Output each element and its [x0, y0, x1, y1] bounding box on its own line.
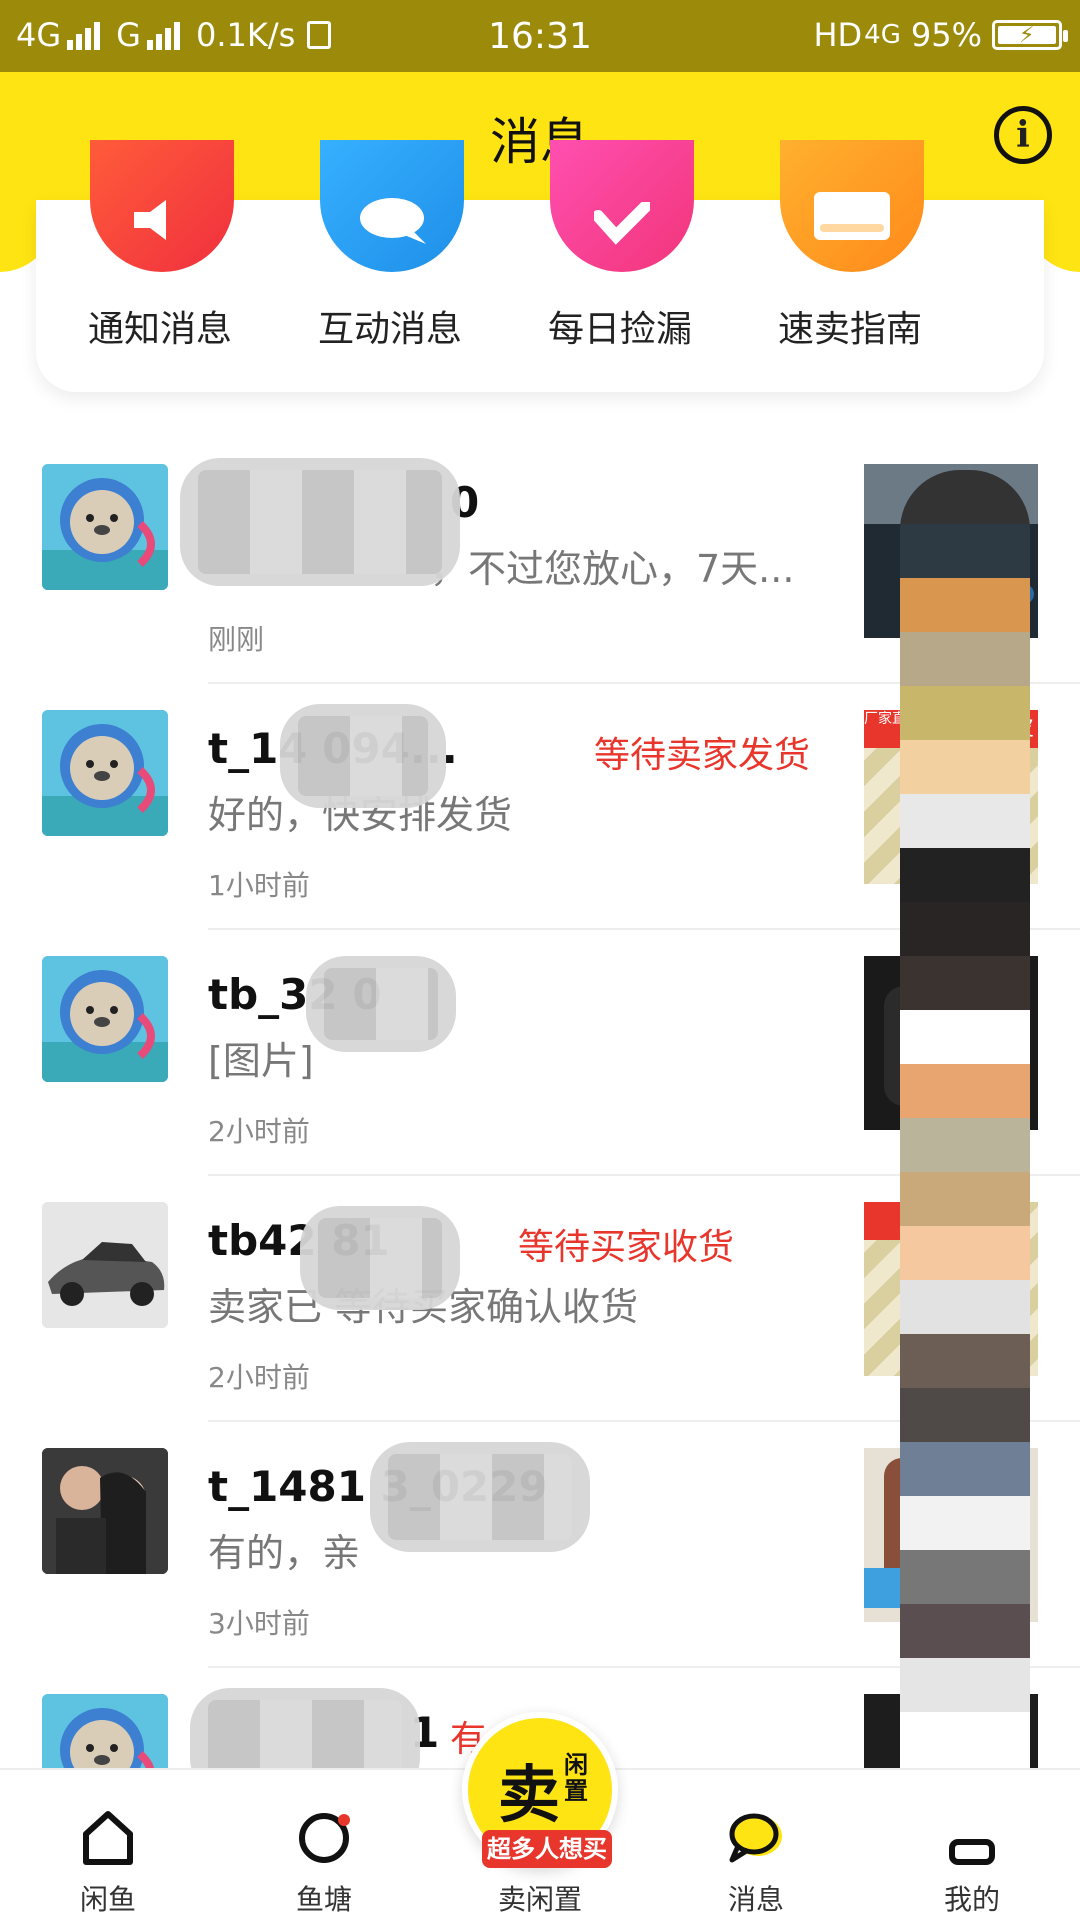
- notification-icon: [90, 140, 234, 272]
- sell-button[interactable]: 卖 闲置 超多人想买: [462, 1712, 618, 1868]
- quick-label: 通知消息: [87, 309, 232, 350]
- quick-access-card: 通知消息 互动消息 每日捡漏 速卖指南: [36, 140, 1044, 392]
- battery-icon: ⚡: [992, 20, 1068, 50]
- message-preview: [图片]: [208, 1039, 314, 1083]
- avatar: [42, 1448, 168, 1574]
- quick-label: 速卖指南: [777, 309, 922, 350]
- redaction: [280, 704, 446, 808]
- message-time: 2小时前: [208, 1115, 310, 1148]
- chat-bubble-icon: [320, 140, 464, 272]
- quick-interactions[interactable]: 互动消息: [280, 140, 500, 392]
- avatar: [42, 710, 168, 836]
- tab-label: 我的: [943, 1883, 1000, 1916]
- message-time: 2小时前: [208, 1361, 310, 1394]
- sell-main-label: 卖: [498, 1758, 561, 1831]
- avatar: [42, 1202, 168, 1328]
- status-bar: 4G G 0.1K/s 16:31 HD 4G 95% ⚡: [0, 0, 1080, 72]
- profile-icon: [949, 1839, 995, 1865]
- tab-pond[interactable]: 鱼塘: [216, 1770, 432, 1920]
- pixelated-redaction: [900, 470, 1030, 1830]
- tab-label: 鱼塘: [295, 1883, 352, 1916]
- sell-ribbon: 超多人想买: [482, 1830, 612, 1868]
- tab-messages[interactable]: 消息: [648, 1770, 864, 1920]
- heart-icon: [550, 140, 694, 272]
- tab-home[interactable]: 闲鱼: [0, 1770, 216, 1920]
- avatar: [42, 956, 168, 1082]
- message-icon: [729, 1813, 782, 1863]
- guide-book-icon: [780, 140, 924, 272]
- quick-label: 每日捡漏: [547, 309, 692, 350]
- network-type-3: 4G: [864, 20, 901, 50]
- tab-label: 卖闲置: [497, 1883, 582, 1916]
- status-right: HD 4G 95% ⚡: [813, 16, 1068, 54]
- tab-label: 消息: [727, 1883, 784, 1916]
- info-icon[interactable]: i: [994, 106, 1052, 164]
- quick-selling-guide[interactable]: 速卖指南: [740, 140, 960, 392]
- redaction: [190, 1688, 420, 1768]
- home-icon: [83, 1811, 133, 1865]
- battery-percent: 95%: [910, 16, 982, 54]
- message-preview: 有的，亲: [208, 1531, 361, 1575]
- tab-label: 闲鱼: [79, 1883, 136, 1916]
- bottom-nav: 闲鱼 鱼塘 卖闲置 消息 我的 卖 闲置 超多人想买: [0, 1712, 1080, 1920]
- quick-daily-deals[interactable]: 每日捡漏: [510, 140, 730, 392]
- message-time: 3小时前: [208, 1607, 310, 1640]
- redaction: [300, 1206, 460, 1310]
- tab-profile[interactable]: 我的: [864, 1770, 1080, 1920]
- message-preview: ，不过您放心，7天...: [430, 547, 795, 591]
- quick-notifications[interactable]: 通知消息: [50, 140, 270, 392]
- avatar: [42, 464, 168, 590]
- order-status: 等待卖家发货: [594, 735, 811, 776]
- avatar: [42, 1694, 168, 1768]
- quick-label: 互动消息: [317, 309, 462, 350]
- order-status: 等待买家收货: [518, 1227, 735, 1268]
- message-time: 刚刚: [208, 623, 265, 656]
- redaction: [180, 458, 460, 586]
- pond-icon: [299, 1813, 350, 1863]
- message-time: 1小时前: [208, 869, 310, 902]
- sell-sub-label: 闲置: [564, 1751, 588, 1805]
- hd-label: HD: [813, 16, 863, 54]
- redaction: [306, 956, 456, 1052]
- redaction: [370, 1442, 590, 1552]
